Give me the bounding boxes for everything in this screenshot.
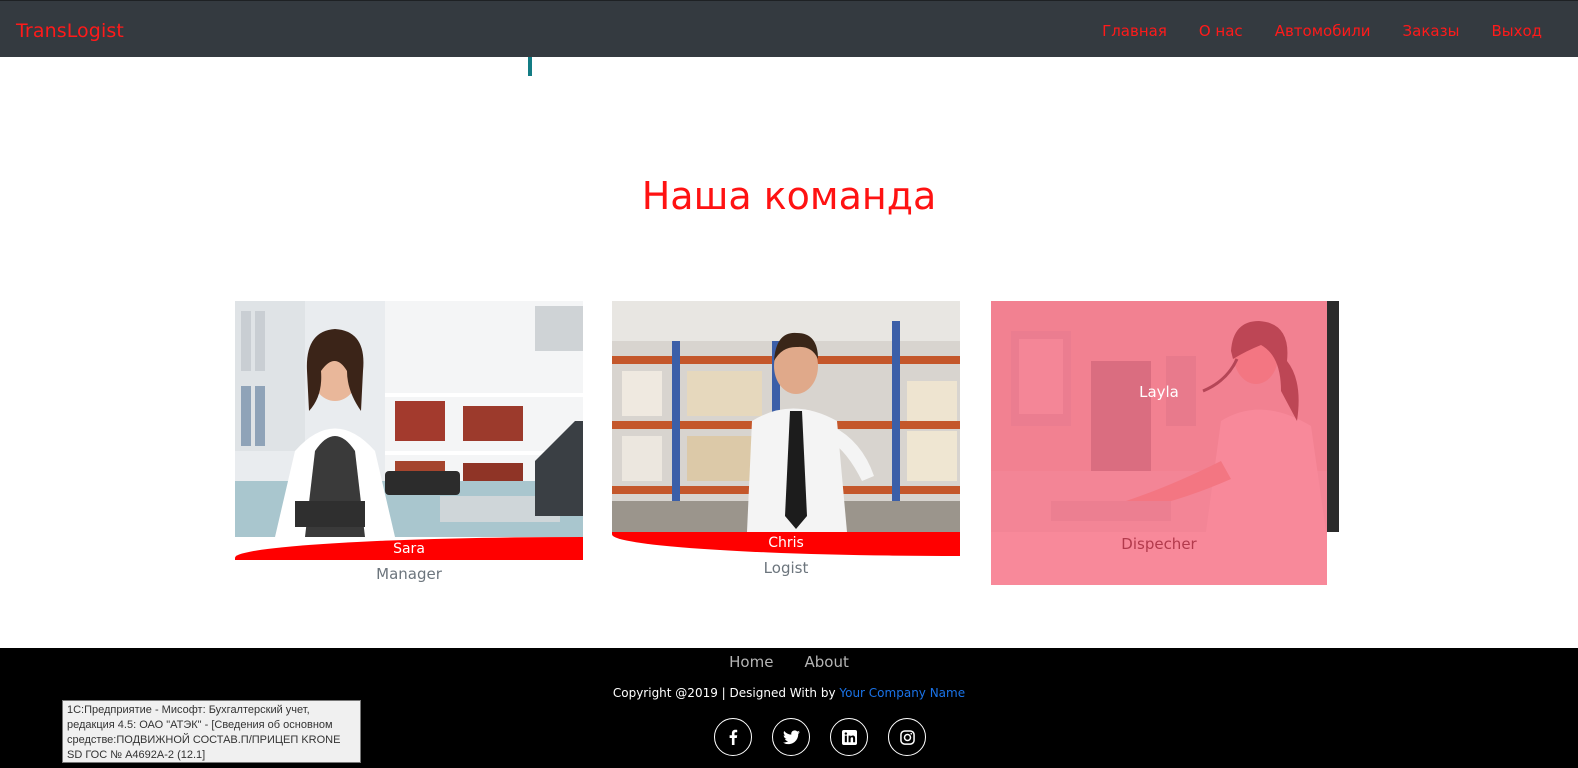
member-role: Dispecher bbox=[1121, 535, 1197, 553]
warehouse-man-photo bbox=[612, 301, 960, 532]
nav-link-logout[interactable]: Выход bbox=[1491, 22, 1542, 40]
brand-logo[interactable]: TransLogist bbox=[16, 20, 124, 42]
footer-link-about[interactable]: About bbox=[805, 653, 849, 671]
copyright-text: Copyright @2019 | Designed With by Your … bbox=[0, 686, 1578, 700]
member-name-band: Sara bbox=[235, 537, 583, 560]
nav-link-about[interactable]: О нас bbox=[1199, 22, 1243, 40]
footer-link-home[interactable]: Home bbox=[729, 653, 773, 671]
member-role: Manager bbox=[376, 565, 442, 583]
footer-nav: Home About bbox=[0, 652, 1578, 671]
company-link[interactable]: Your Company Name bbox=[839, 686, 965, 700]
member-role: Logist bbox=[763, 559, 809, 577]
nav-link-home[interactable]: Главная bbox=[1102, 22, 1167, 40]
twitter-icon[interactable] bbox=[772, 718, 810, 756]
facebook-icon[interactable] bbox=[714, 718, 752, 756]
linkedin-icon[interactable] bbox=[830, 718, 868, 756]
team-member-photo bbox=[235, 301, 583, 537]
team-member-photo bbox=[612, 301, 960, 532]
nav-link-orders[interactable]: Заказы bbox=[1403, 22, 1460, 40]
social-links bbox=[714, 718, 926, 756]
team-section-title: Наша команда bbox=[641, 174, 937, 218]
system-tooltip: 1С:Предприятие - Мисофт: Бухгалтерский у… bbox=[62, 700, 361, 763]
member-name-band: Chris bbox=[612, 532, 960, 556]
overlay-member-name: Layla bbox=[1139, 383, 1179, 401]
decorative-divider bbox=[528, 57, 532, 76]
copyright-prefix: Copyright @2019 | Designed With by bbox=[612, 686, 836, 700]
nav-menu: Главная О нас Автомобили Заказы Выход bbox=[1102, 22, 1542, 40]
office-woman-photo bbox=[235, 301, 583, 537]
instagram-icon[interactable] bbox=[888, 718, 926, 756]
top-navbar: TransLogist Главная О нас Автомобили Зак… bbox=[0, 0, 1578, 57]
nav-link-cars[interactable]: Автомобили bbox=[1275, 22, 1371, 40]
